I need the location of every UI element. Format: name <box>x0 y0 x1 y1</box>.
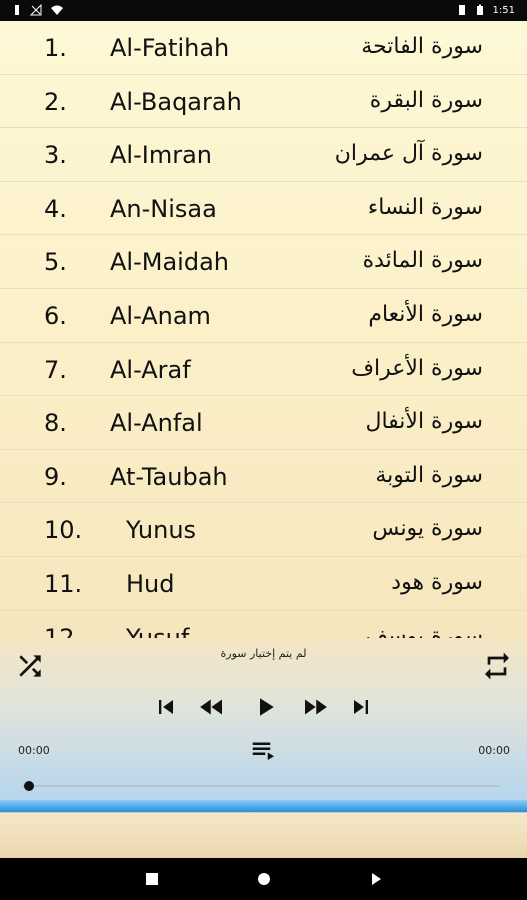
seek-bar[interactable] <box>22 785 500 787</box>
surah-name-ar: سورة هود <box>391 569 483 595</box>
surah-name-ar: سورة المائدة <box>362 248 483 274</box>
surah-name-ar: سورة الأعراف <box>351 355 483 381</box>
surah-number: 5. <box>44 248 67 277</box>
surah-name-ar: سورة الأنفال <box>365 409 483 435</box>
elapsed-time: 00:00 <box>18 744 50 757</box>
duration-time: 00:00 <box>478 744 510 757</box>
surah-name-en: At-Taubah <box>110 462 228 491</box>
progress-strip <box>0 800 527 812</box>
surah-row[interactable]: 1. Al-Fatihah سورة الفاتحة <box>0 21 527 75</box>
surah-name-ar: سورة يونس <box>372 516 483 542</box>
navigation-bar <box>0 858 527 900</box>
surah-number: 8. <box>44 409 67 438</box>
audio-player: لم يتم إختيار سورة 00:00 00:00 <box>0 638 527 800</box>
surah-row[interactable]: 6. Al-Anam سورة الأنعام <box>0 289 527 343</box>
play-icon <box>260 698 274 716</box>
play-button[interactable] <box>249 692 281 722</box>
surah-name-en: Al-Anam <box>110 301 211 330</box>
surah-name-ar: سورة الأنعام <box>368 301 483 327</box>
seek-thumb[interactable] <box>24 781 34 791</box>
recents-icon <box>146 873 158 885</box>
surah-name-ar: سورة التوبة <box>375 462 483 488</box>
surah-name-en: Yusuf <box>126 623 190 638</box>
surah-row[interactable]: 11. Hud سورة هود <box>0 557 527 611</box>
surah-number: 1. <box>44 34 67 62</box>
skip-next-button[interactable] <box>346 692 376 722</box>
shuffle-icon <box>19 655 41 677</box>
playlist-icon <box>252 742 274 760</box>
fast-forward-button[interactable] <box>297 692 333 722</box>
surah-number: 10. <box>44 516 83 545</box>
recents-button[interactable] <box>122 858 182 900</box>
fast-forward-icon <box>305 699 327 715</box>
battery-small-icon <box>15 5 19 15</box>
surah-number: 9. <box>44 462 67 491</box>
surah-name-en: Yunus <box>126 516 197 545</box>
status-time: 1:51 <box>492 4 515 16</box>
rewind-button[interactable] <box>194 692 230 722</box>
surah-row[interactable]: 3. Al-Imran سورة آل عمران <box>0 128 527 182</box>
surah-name-ar: سورة آل عمران <box>334 141 483 167</box>
status-bar: 1:51 <box>0 0 527 21</box>
bottom-panel <box>0 812 527 858</box>
skip-next-icon <box>354 700 368 714</box>
battery-icon <box>476 4 483 15</box>
surah-name-ar: سورة الفاتحة <box>361 34 483 59</box>
surah-row[interactable]: 7. Al-Araf سورة الأعراف <box>0 343 527 397</box>
surah-number: 6. <box>44 301 67 330</box>
surah-name-en: Al-Maidah <box>110 248 229 277</box>
back-icon <box>372 873 381 885</box>
surah-name-ar: سورة البقرة <box>369 87 483 113</box>
status-icons-left <box>12 4 64 16</box>
surah-name-ar: سورة النساء <box>367 194 483 220</box>
wifi-icon <box>51 5 63 15</box>
repeat-icon <box>485 652 509 680</box>
surah-row[interactable]: 10. Yunus سورة يونس <box>0 503 527 557</box>
skip-previous-button[interactable] <box>151 692 181 722</box>
repeat-button[interactable] <box>479 648 515 684</box>
surah-row[interactable]: 12. Yusuf سورة يوسف <box>0 611 527 638</box>
surah-name-en: Al-Fatihah <box>110 34 230 62</box>
surah-name-en: Al-Anfal <box>110 409 203 438</box>
surah-number: 4. <box>44 194 67 223</box>
surah-name-en: Hud <box>126 569 175 598</box>
surah-number: 3. <box>44 141 67 170</box>
skip-previous-icon <box>159 700 173 714</box>
signal-off-icon <box>30 4 42 16</box>
surah-name-en: An-Nisaa <box>110 194 217 223</box>
back-button[interactable] <box>346 858 406 900</box>
playlist-button[interactable] <box>244 734 284 766</box>
shuffle-button[interactable] <box>12 648 48 684</box>
surah-number: 7. <box>44 355 67 384</box>
surah-row[interactable]: 2. Al-Baqarah سورة البقرة <box>0 75 527 129</box>
surah-name-en: Al-Imran <box>110 141 212 170</box>
surah-row[interactable]: 5. Al-Maidah سورة المائدة <box>0 235 527 289</box>
surah-name-en: Al-Araf <box>110 355 191 384</box>
surah-name-en: Al-Baqarah <box>110 87 242 116</box>
now-playing-label: لم يتم إختيار سورة <box>220 647 307 660</box>
surah-number: 12. <box>44 623 83 638</box>
surah-number: 2. <box>44 87 67 116</box>
home-icon <box>258 873 270 885</box>
sd-card-icon <box>458 5 465 15</box>
status-icons-right: 1:51 <box>457 4 515 16</box>
rewind-icon <box>200 699 222 715</box>
surah-list[interactable]: 1. Al-Fatihah سورة الفاتحة 2. Al-Baqarah سورة… <box>0 21 527 638</box>
surah-row[interactable]: 8. Al-Anfal سورة الأنفال <box>0 396 527 450</box>
surah-name-ar: سورة يوسف <box>365 623 483 638</box>
surah-row[interactable]: 4. An-Nisaa سورة النساء <box>0 182 527 236</box>
surah-number: 11. <box>44 569 83 598</box>
surah-row[interactable]: 9. At-Taubah سورة التوبة <box>0 450 527 504</box>
home-button[interactable] <box>234 858 294 900</box>
